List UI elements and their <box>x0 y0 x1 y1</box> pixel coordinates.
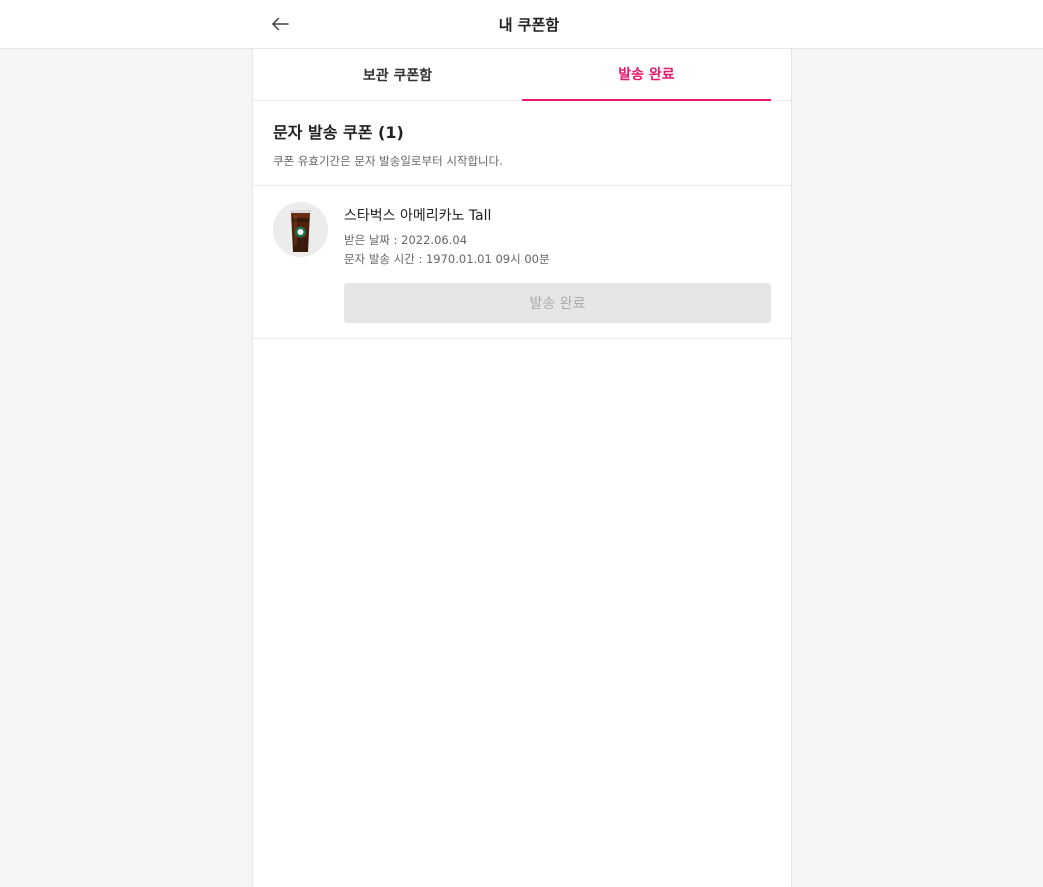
section-header: 문자 발송 쿠폰 (1) 쿠폰 유효기간은 문자 발송일로부터 시작합니다. <box>253 101 791 186</box>
tab-sent-complete[interactable]: 발송 완료 <box>522 49 771 101</box>
coupon-meta: 받은 날짜 : 2022.06.04 문자 발송 시간 : 1970.01.01… <box>344 231 550 269</box>
sent-time: 문자 발송 시간 : 1970.01.01 09시 00분 <box>344 252 550 266</box>
coupon-thumbnail <box>273 202 328 257</box>
coupon-box-panel: 보관 쿠폰함 발송 완료 문자 발송 쿠폰 (1) 쿠폰 유효기간은 문자 발송… <box>252 49 792 887</box>
page-title: 내 쿠폰함 <box>498 16 560 34</box>
top-app-bar: 내 쿠폰함 <box>0 0 1043 49</box>
section-description: 쿠폰 유효기간은 문자 발송일로부터 시작합니다. <box>273 154 503 168</box>
sent-complete-button[interactable]: 발송 완료 <box>344 283 771 323</box>
coupon-info: 스타벅스 아메리카노 Tall 받은 날짜 : 2022.06.04 문자 발송… <box>344 205 550 269</box>
section-title: 문자 발송 쿠폰 (1) <box>273 123 404 142</box>
coupon-name: 스타벅스 아메리카노 Tall <box>344 208 492 224</box>
coupon-list-item: 스타벅스 아메리카노 Tall 받은 날짜 : 2022.06.04 문자 발송… <box>253 186 791 339</box>
received-date: 받은 날짜 : 2022.06.04 <box>344 233 468 247</box>
tab-stored-coupons[interactable]: 보관 쿠폰함 <box>273 49 522 101</box>
tab-bar: 보관 쿠폰함 발송 완료 <box>253 49 791 101</box>
iced-americano-cup-icon <box>273 202 328 257</box>
